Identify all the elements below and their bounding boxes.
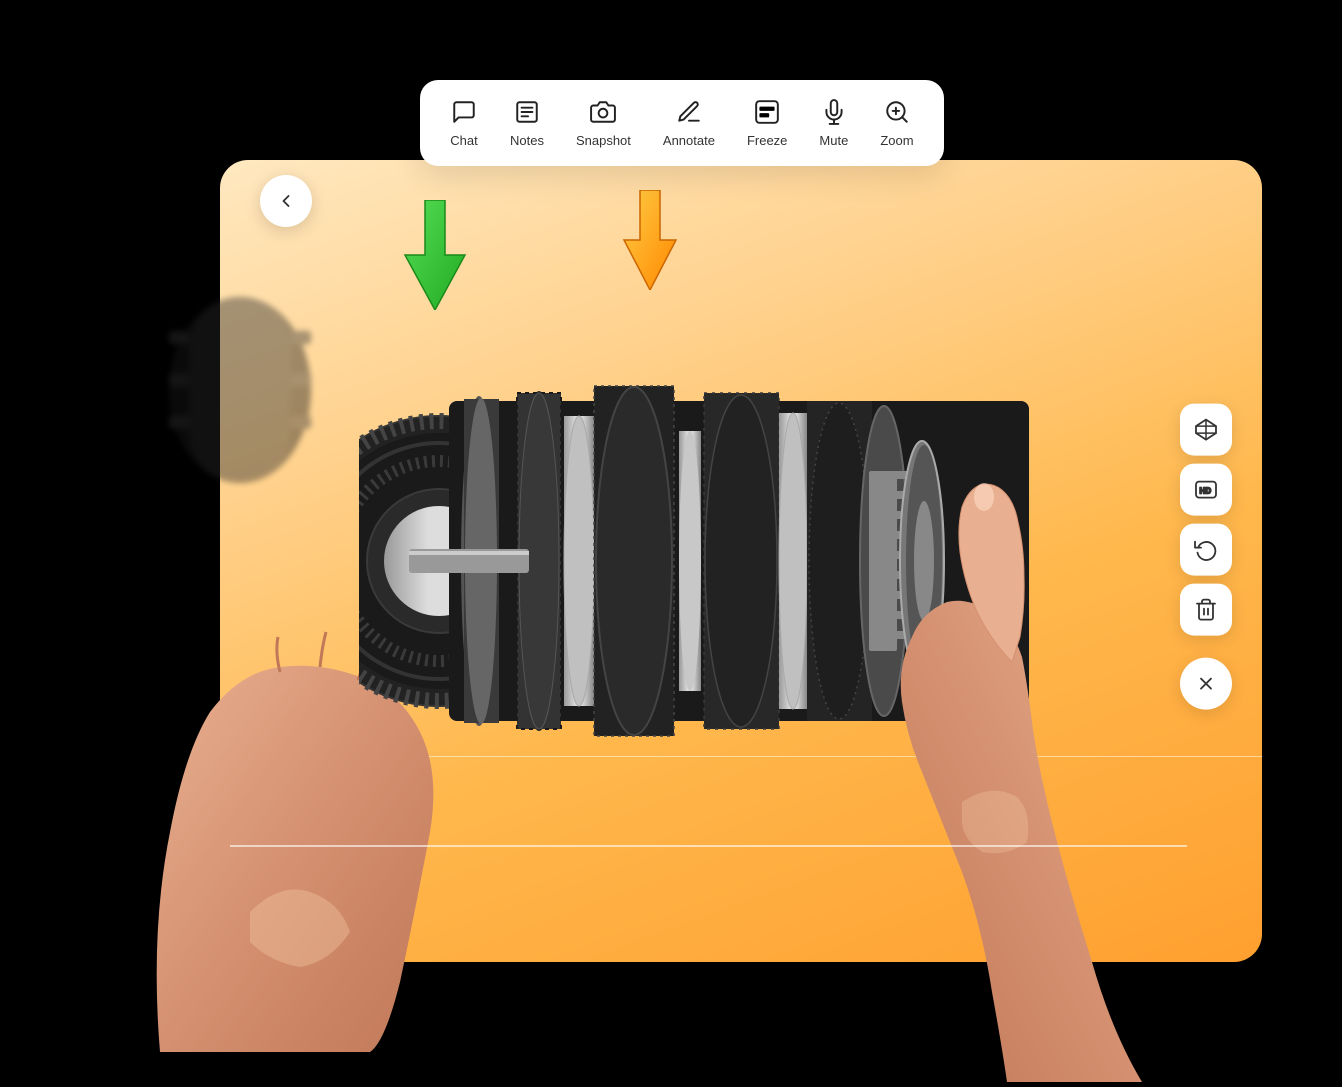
toolbar-item-zoom[interactable]: Zoom — [880, 98, 913, 148]
notes-icon — [513, 98, 541, 126]
right-panel: HD — [1180, 404, 1232, 710]
scene: Chat Notes Snapshot — [0, 0, 1342, 1052]
notes-label: Notes — [510, 133, 544, 148]
chat-label: Chat — [450, 133, 477, 148]
snapshot-icon — [589, 98, 617, 126]
trash-icon — [1194, 598, 1218, 622]
annotate-label: Annotate — [663, 133, 715, 148]
toolbar-item-notes[interactable]: Notes — [510, 98, 544, 148]
snapshot-label: Snapshot — [576, 133, 631, 148]
close-icon — [1196, 674, 1216, 694]
close-button[interactable] — [1180, 658, 1232, 710]
mute-icon — [820, 98, 848, 126]
toolbar: Chat Notes Snapshot — [420, 80, 944, 166]
hd-button[interactable]: HD — [1180, 464, 1232, 516]
separator-line — [230, 845, 1187, 847]
3d-icon — [1194, 418, 1218, 442]
undo-button[interactable] — [1180, 524, 1232, 576]
mute-label: Mute — [819, 133, 848, 148]
orange-arrow — [620, 190, 680, 295]
svg-text:HD: HD — [1200, 487, 1212, 496]
delete-button[interactable] — [1180, 584, 1232, 636]
freeze-label: Freeze — [747, 133, 787, 148]
chat-icon — [450, 98, 478, 126]
3d-button[interactable] — [1180, 404, 1232, 456]
green-arrow — [400, 200, 470, 315]
toolbar-item-annotate[interactable]: Annotate — [663, 98, 715, 148]
back-button[interactable] — [260, 175, 312, 227]
hd-icon: HD — [1194, 478, 1218, 502]
toolbar-item-snapshot[interactable]: Snapshot — [576, 98, 631, 148]
freeze-icon — [753, 98, 781, 126]
undo-icon — [1194, 538, 1218, 562]
right-hand — [792, 482, 1142, 1082]
zoom-icon — [883, 98, 911, 126]
toolbar-item-freeze[interactable]: Freeze — [747, 98, 787, 148]
annotate-icon — [675, 98, 703, 126]
toolbar-item-chat[interactable]: Chat — [450, 98, 478, 148]
toolbar-item-mute[interactable]: Mute — [819, 98, 848, 148]
zoom-label: Zoom — [880, 133, 913, 148]
chevron-left-icon — [276, 191, 296, 211]
